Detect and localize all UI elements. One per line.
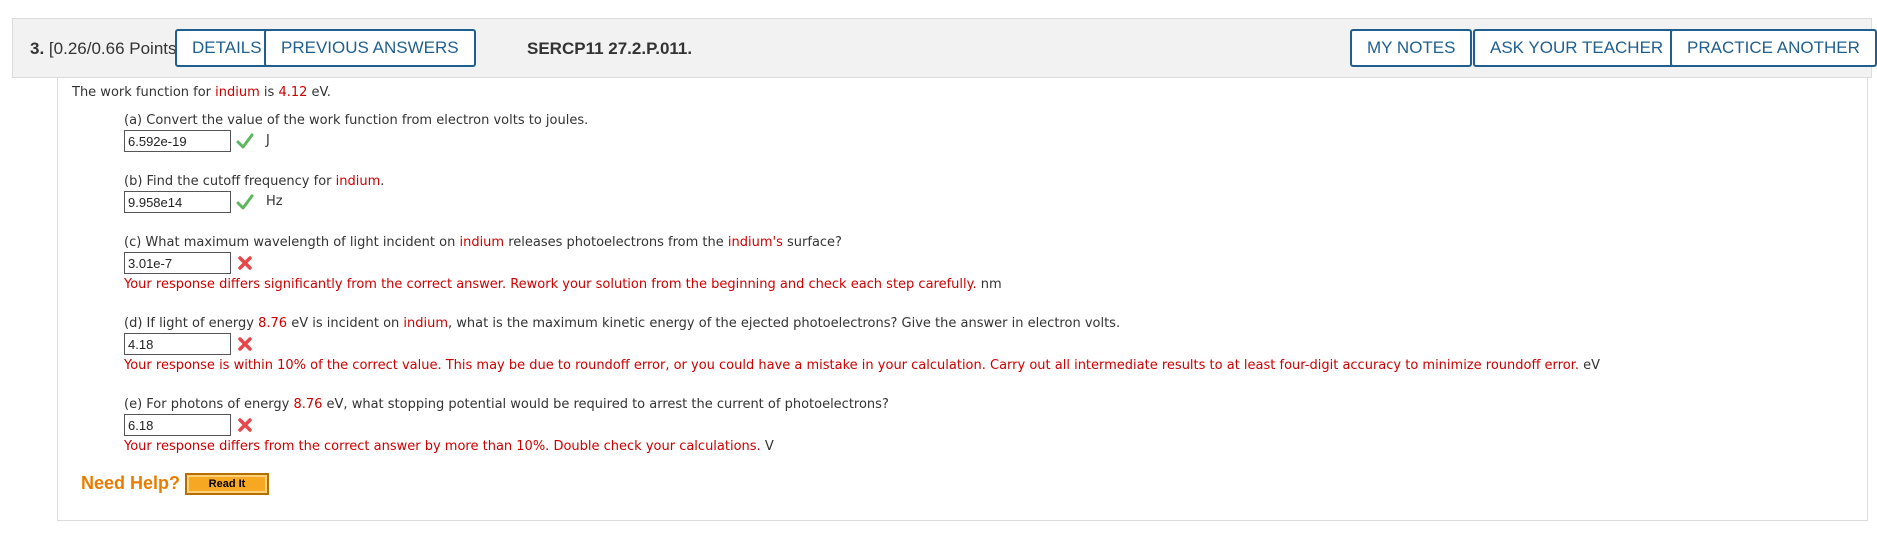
question-body: The work function for indium is 4.12 eV.… xyxy=(57,78,1868,521)
intro-text-3: eV. xyxy=(307,85,331,100)
part-e-energy: 8.76 xyxy=(293,397,323,412)
intro-value: 4.12 xyxy=(278,85,308,100)
need-help-label: Need Help? xyxy=(81,473,181,493)
part-b-text-1: (b) Find the cutoff frequency for xyxy=(124,174,336,189)
part-d-feedback-text: Your response is within 10% of the corre… xyxy=(124,358,1579,373)
intro-text-1: The work function for xyxy=(72,85,216,100)
part-e-answer-input[interactable] xyxy=(124,414,231,436)
part-d-feedback: Your response is within 10% of the corre… xyxy=(124,358,1600,373)
part-c-feedback-text: Your response differs significantly from… xyxy=(124,277,977,292)
part-b-text-2: . xyxy=(380,174,385,189)
part-d-energy: 8.76 xyxy=(258,316,288,331)
part-c-element: indium xyxy=(459,235,505,250)
part-d-text-1: (d) If light of energy xyxy=(124,316,259,331)
part-e-unit: V xyxy=(764,439,774,454)
part-c-element-2: indium's xyxy=(727,235,783,250)
intro-element: indium xyxy=(215,85,260,100)
part-c-text-2: releases photoelectrons from the xyxy=(504,235,728,250)
x-mark-icon xyxy=(238,256,252,270)
part-b-element: indium xyxy=(335,174,381,189)
part-d-element: indium xyxy=(403,316,449,331)
part-b-answer-input[interactable] xyxy=(124,191,231,213)
question-code: SERCP11 27.2.P.011. xyxy=(527,39,693,58)
read-it-button[interactable]: Read It xyxy=(185,473,269,495)
part-c-text-3: surface? xyxy=(782,235,842,250)
part-c-text-1: (c) What maximum wavelength of light inc… xyxy=(124,235,460,250)
part-e-text-2: eV, what stopping potential would be req… xyxy=(322,397,889,412)
question-number-label: 3. xyxy=(30,39,45,58)
part-a-question: (a) Convert the value of the work functi… xyxy=(124,113,589,128)
part-d-question: (d) If light of energy 8.76 eV is incide… xyxy=(124,316,1120,331)
part-d-unit: eV xyxy=(1583,358,1601,373)
ask-your-teacher-button[interactable]: ASK YOUR TEACHER xyxy=(1473,29,1681,67)
intro-text-2: is xyxy=(259,85,279,100)
part-c-feedback: Your response differs significantly from… xyxy=(124,277,1002,292)
part-e-question: (e) For photons of energy 8.76 eV, what … xyxy=(124,397,889,412)
question-points: [0.26/0.66 Points] xyxy=(48,39,182,58)
part-a-answer-input[interactable] xyxy=(124,130,231,152)
checkmark-icon xyxy=(236,194,254,210)
part-d-text-3: , what is the maximum kinetic energy of … xyxy=(448,316,1121,331)
practice-another-button[interactable]: PRACTICE ANOTHER xyxy=(1670,29,1877,67)
part-d-answer-input[interactable] xyxy=(124,333,231,355)
part-e-feedback-text: Your response differs from the correct a… xyxy=(124,439,761,454)
part-a-unit: J xyxy=(266,133,270,148)
my-notes-button[interactable]: MY NOTES xyxy=(1350,29,1473,67)
checkmark-icon xyxy=(236,133,254,149)
part-d-text-2: eV is incident on xyxy=(287,316,404,331)
part-c-question: (c) What maximum wavelength of light inc… xyxy=(124,235,842,250)
part-e-feedback: Your response differs from the correct a… xyxy=(124,439,774,454)
part-c-answer-input[interactable] xyxy=(124,252,231,274)
x-mark-icon xyxy=(238,337,252,351)
x-mark-icon xyxy=(238,418,252,432)
part-b-question: (b) Find the cutoff frequency for indium… xyxy=(124,174,384,189)
intro-text: The work function for indium is 4.12 eV. xyxy=(72,85,331,100)
part-e-text-1: (e) For photons of energy xyxy=(124,397,294,412)
question-number: 3. [0.26/0.66 Points] xyxy=(30,39,181,59)
part-c-unit: nm xyxy=(980,277,1002,292)
part-b-unit: Hz xyxy=(266,194,283,209)
previous-answers-button[interactable]: PREVIOUS ANSWERS xyxy=(264,29,476,67)
question-header: 3. [0.26/0.66 Points] DETAILS PREVIOUS A… xyxy=(12,18,1877,78)
